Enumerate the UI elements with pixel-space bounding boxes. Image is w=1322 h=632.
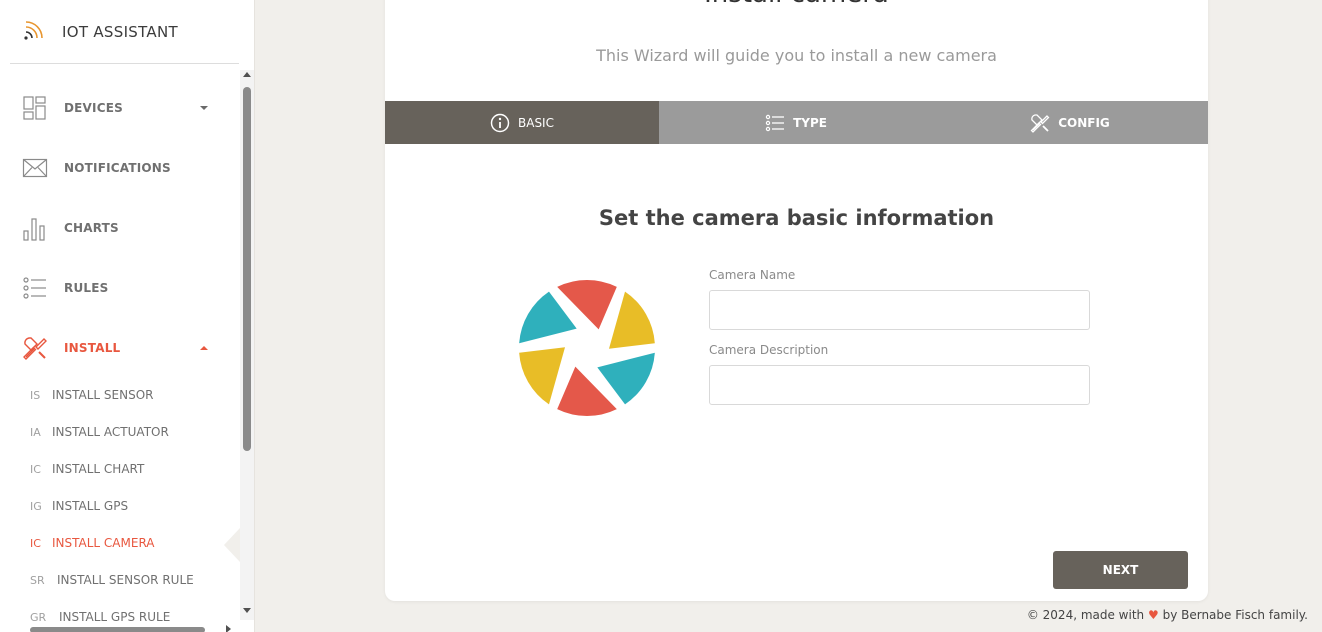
sidebar-subitem-install-actuator[interactable]: IA INSTALL ACTUATOR (30, 425, 235, 445)
aperture-blade (519, 291, 577, 344)
sidebar-subitem-install-gps[interactable]: IG INSTALL GPS (30, 499, 235, 519)
tools-icon (1030, 113, 1050, 133)
sidebar-item-label: NOTIFICATIONS (64, 161, 171, 175)
wizard-card: Install camera This Wizard will guide yo… (385, 0, 1208, 601)
tab-label: TYPE (793, 115, 827, 130)
list-icon (23, 277, 46, 299)
app-title: IOT ASSISTANT (62, 23, 178, 41)
sidebar-item-label: INSTALL (64, 341, 121, 355)
camera-aperture-icon (519, 280, 655, 416)
subitem-label: INSTALL GPS RULE (59, 610, 171, 624)
envelope-icon (22, 158, 48, 178)
sidebar-subitem-install-sensor-rule[interactable]: SR INSTALL SENSOR RULE (30, 573, 235, 593)
chevron-down-icon (200, 106, 208, 110)
sidebar-subitem-install-camera[interactable]: IC INSTALL CAMERA (30, 536, 235, 556)
subitem-abbr: GR (30, 611, 47, 624)
sidebar-item-rules[interactable]: RULES (22, 270, 222, 306)
scroll-right-arrow-icon[interactable] (226, 625, 231, 632)
subitem-abbr: IC (30, 537, 41, 550)
scrollbar-thumb[interactable] (243, 87, 251, 451)
next-button[interactable]: NEXT (1053, 551, 1188, 589)
sidebar: IOT ASSISTANT DEVICES NOTIFICATIONS CHAR… (0, 0, 255, 632)
tab-label: CONFIG (1058, 115, 1110, 130)
sidebar-item-charts[interactable]: CHARTS (22, 210, 222, 246)
footer: © 2024, made with ♥ by Bernabe Fisch fam… (1027, 608, 1308, 622)
page-title: Install camera (385, 0, 1208, 8)
active-indicator (224, 528, 240, 562)
sidebar-item-install[interactable]: INSTALL (22, 330, 222, 366)
aperture-blade (597, 352, 655, 405)
sidebar-subitem-install-chart[interactable]: IC INSTALL CHART (30, 462, 235, 482)
sidebar-item-label: RULES (64, 281, 109, 295)
list-icon (765, 114, 785, 131)
sidebar-item-notifications[interactable]: NOTIFICATIONS (22, 150, 222, 186)
subitem-label: INSTALL SENSOR (52, 388, 154, 402)
bar-chart-icon (23, 218, 45, 241)
heart-icon: ♥ (1147, 608, 1159, 622)
tab-config[interactable]: CONFIG (933, 101, 1207, 144)
subitem-abbr: IS (30, 389, 41, 402)
subitem-label: INSTALL ACTUATOR (52, 425, 169, 439)
camera-name-input[interactable] (709, 290, 1090, 330)
chevron-up-icon (200, 346, 208, 350)
wifi-signal-icon (24, 21, 43, 40)
sidebar-item-label: DEVICES (64, 101, 123, 115)
step-title: Set the camera basic information (598, 206, 995, 230)
sidebar-item-devices[interactable]: DEVICES (22, 90, 222, 126)
aperture-blade (608, 291, 655, 349)
brand-header: IOT ASSISTANT (10, 0, 239, 64)
scroll-up-arrow-icon[interactable] (243, 72, 251, 77)
footer-prefix: © 2024, made with (1026, 608, 1145, 622)
subitem-abbr: IA (30, 426, 41, 439)
footer-suffix: by Bernabe Fisch family. (1162, 608, 1308, 622)
sidebar-scrollbar[interactable] (240, 70, 254, 620)
tab-type[interactable]: TYPE (659, 101, 933, 144)
tools-icon (23, 337, 47, 360)
tab-basic[interactable]: BASIC (385, 101, 659, 144)
subitem-abbr: IC (30, 463, 41, 476)
subitem-label: INSTALL CHART (52, 462, 145, 476)
subitem-label: INSTALL GPS (52, 499, 129, 513)
subitem-abbr: IG (30, 500, 42, 513)
page-subtitle: This Wizard will guide you to install a … (596, 46, 997, 65)
info-circle-icon (490, 113, 510, 132)
subitem-abbr: SR (30, 574, 45, 587)
devices-icon (23, 96, 46, 120)
horizontal-scrollbar-thumb[interactable] (30, 627, 205, 632)
subitem-label: INSTALL SENSOR RULE (57, 573, 194, 587)
sidebar-item-label: CHARTS (64, 221, 119, 235)
scroll-down-arrow-icon[interactable] (243, 608, 251, 613)
camera-name-label: Camera Name (709, 268, 796, 282)
camera-description-input[interactable] (709, 365, 1090, 405)
subitem-label: INSTALL CAMERA (52, 536, 155, 550)
tab-label: BASIC (518, 115, 554, 130)
wizard-tabs: BASIC TYPE CONFIG (385, 101, 1208, 144)
aperture-blade (519, 347, 566, 405)
sidebar-subitem-install-sensor[interactable]: IS INSTALL SENSOR (30, 388, 235, 408)
camera-description-label: Camera Description (709, 343, 829, 357)
